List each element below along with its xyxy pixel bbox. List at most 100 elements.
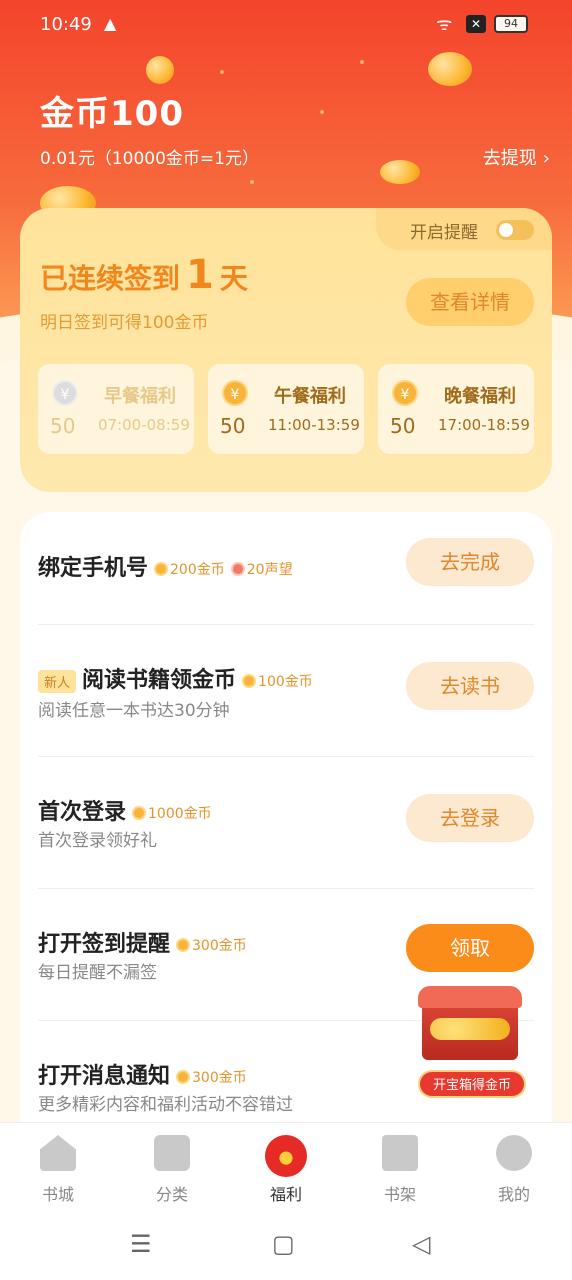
reputation-icon xyxy=(230,562,245,576)
reminder-label: 开启提醒 xyxy=(410,223,478,243)
coin-icon xyxy=(242,674,257,688)
task-title-text: 绑定手机号 xyxy=(38,556,149,581)
bookshelf-icon xyxy=(382,1135,418,1171)
meal-value: 50 xyxy=(50,414,76,438)
task-subtitle: 更多精彩内容和福利活动不容错过 xyxy=(38,1095,293,1115)
task-subtitle: 首次登录领好礼 xyxy=(38,831,157,851)
streak-suffix: 天 xyxy=(219,262,248,295)
coin-icon: ¥ xyxy=(222,380,248,406)
task-item: 首次登录 1000金币 首次登录领好礼 去登录 xyxy=(38,792,534,882)
status-bar: 10:49 ▲ ᯤ ✕ 94 xyxy=(0,12,572,40)
task-title-text: 阅读书籍领金币 xyxy=(82,668,237,693)
nav-label: 福利 xyxy=(269,1185,302,1204)
treasure-chest-widget[interactable]: 开宝箱得金币 xyxy=(398,984,542,1104)
task-title: 绑定手机号 200金币 20声望 xyxy=(38,550,293,582)
meal-time: 07:00-08:59 xyxy=(98,416,190,434)
reward-amount: 100金币 xyxy=(258,674,313,690)
coin-decoration xyxy=(146,56,174,84)
complete-button[interactable]: 去完成 xyxy=(406,538,534,586)
home-button-icon[interactable]: ▢ xyxy=(272,1230,295,1258)
coin-icon xyxy=(154,562,169,576)
task-title: 新人 阅读书籍领金币 100金币 xyxy=(38,662,313,694)
reward-amount: 300金币 xyxy=(192,1070,247,1086)
meal-name: 晚餐福利 xyxy=(444,386,516,407)
reminder-toggle[interactable] xyxy=(496,220,534,240)
task-reward: 300金币 xyxy=(176,938,247,954)
home-icon xyxy=(40,1135,76,1171)
task-title: 首次登录 1000金币 xyxy=(38,794,212,826)
profile-icon xyxy=(496,1135,532,1171)
reward-amount: 1000金币 xyxy=(148,806,212,822)
nav-bookstore[interactable]: 书城 xyxy=(18,1135,98,1205)
coin-icon xyxy=(176,1070,191,1084)
claim-button[interactable]: 领取 xyxy=(406,924,534,972)
task-title-text: 打开消息通知 xyxy=(38,1064,171,1089)
task-reward: 200金币 20声望 xyxy=(154,562,293,578)
coin-balance-title: 金币100 xyxy=(40,94,184,134)
task-reward: 300金币 xyxy=(176,1070,247,1086)
task-title: 打开消息通知 300金币 xyxy=(38,1058,247,1090)
meal-value: 50 xyxy=(390,414,416,438)
task-item: 新人 阅读书籍领金币 100金币 阅读任意一本书达30分钟 去读书 xyxy=(38,660,534,750)
sign-in-card: 开启提醒 已连续签到 1 天 明日签到可得100金币 查看详情 ¥ 50 早餐福利 … xyxy=(20,208,552,492)
nav-welfare[interactable]: 福利 xyxy=(246,1135,326,1205)
category-icon xyxy=(154,1135,190,1171)
reward-amount: 300金币 xyxy=(192,938,247,954)
wifi-icon: ᯤ xyxy=(436,14,453,35)
nav-label: 我的 xyxy=(497,1185,530,1204)
task-subtitle: 阅读任意一本书达30分钟 xyxy=(38,701,230,721)
streak-days: 1 xyxy=(186,252,214,298)
meal-time: 17:00-18:59 xyxy=(438,416,530,434)
task-item: 绑定手机号 200金币 20声望 去完成 xyxy=(38,536,534,626)
task-title-text: 打开签到提醒 xyxy=(38,932,171,957)
view-details-button[interactable]: 查看详情 xyxy=(406,278,534,326)
nav-profile[interactable]: 我的 xyxy=(474,1135,554,1205)
streak-prefix: 已连续签到 xyxy=(40,262,181,295)
task-reward: 1000金币 xyxy=(132,806,212,822)
withdraw-label: 去提现 xyxy=(482,148,537,169)
meal-name: 午餐福利 xyxy=(274,386,346,407)
bottom-navigation: 书城 分类 福利 书架 我的 xyxy=(0,1122,572,1210)
coin-icon xyxy=(132,806,147,820)
back-icon[interactable]: ◁ xyxy=(412,1230,430,1258)
tomorrow-reward: 明日签到可得100金币 xyxy=(40,313,209,333)
meal-name: 早餐福利 xyxy=(104,386,176,407)
login-button[interactable]: 去登录 xyxy=(406,794,534,842)
system-navigation: ☰ ▢ ◁ xyxy=(0,1210,572,1280)
meal-time: 11:00-13:59 xyxy=(268,416,360,434)
meal-breakfast[interactable]: ¥ 50 早餐福利 07:00-08:59 xyxy=(38,364,194,454)
open-treasure-button[interactable]: 开宝箱得金币 xyxy=(418,1070,526,1098)
nav-category[interactable]: 分类 xyxy=(132,1135,212,1205)
reward-reputation: 20声望 xyxy=(246,562,293,578)
task-subtitle: 每日提醒不漏签 xyxy=(38,963,157,983)
warning-icon: ▲ xyxy=(104,14,117,33)
divider xyxy=(38,888,534,889)
coin-icon xyxy=(176,938,191,952)
nav-bookshelf[interactable]: 书架 xyxy=(360,1135,440,1205)
task-reward: 100金币 xyxy=(242,674,313,690)
new-user-badge: 新人 xyxy=(38,669,77,693)
task-title-text: 首次登录 xyxy=(38,800,127,825)
coin-decoration xyxy=(380,160,420,184)
meal-value: 50 xyxy=(220,414,246,438)
nav-label: 分类 xyxy=(155,1185,188,1204)
reward-amount: 200金币 xyxy=(170,562,225,578)
nav-label: 书城 xyxy=(41,1185,74,1204)
divider xyxy=(38,756,534,757)
menu-icon[interactable]: ☰ xyxy=(130,1230,152,1258)
coin-icon: ¥ xyxy=(392,380,418,406)
nav-label: 书架 xyxy=(383,1185,416,1204)
streak-text: 已连续签到 1 天 xyxy=(40,252,248,298)
withdraw-link[interactable]: 去提现 › xyxy=(483,144,550,170)
status-time: 10:49 xyxy=(40,14,92,35)
treasure-chest-icon xyxy=(418,986,522,1060)
meal-lunch[interactable]: ¥ 50 午餐福利 11:00-13:59 xyxy=(208,364,364,454)
reminder-toggle-row[interactable]: 开启提醒 xyxy=(376,208,552,250)
exchange-rate: 0.01元（10000金币=1元） xyxy=(40,149,259,169)
task-title: 打开签到提醒 300金币 xyxy=(38,926,247,958)
coin-decoration xyxy=(428,52,472,86)
meal-dinner[interactable]: ¥ 50 晚餐福利 17:00-18:59 xyxy=(378,364,534,454)
coin-icon: ¥ xyxy=(52,380,78,406)
welfare-icon xyxy=(265,1135,307,1177)
read-book-button[interactable]: 去读书 xyxy=(406,662,534,710)
